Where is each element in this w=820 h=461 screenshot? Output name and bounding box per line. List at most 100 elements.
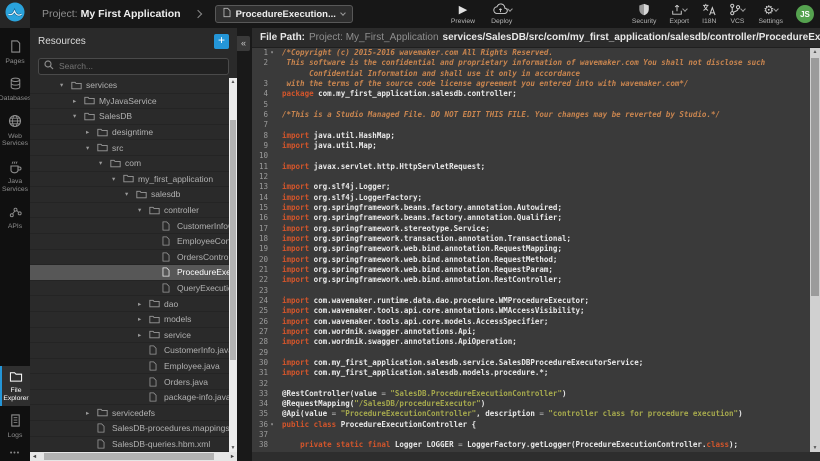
tree-item[interactable]: OrdersController.java (30, 250, 229, 266)
expand-arrow-icon[interactable]: ▾ (60, 81, 71, 89)
sidebar-item-pages[interactable]: Pages (0, 36, 30, 69)
code-line[interactable]: 1▾/*Copyright (c) 2015-2016 wavemaker.co… (252, 48, 810, 58)
sidebar-item-apis[interactable]: APIs (0, 201, 30, 234)
export-button[interactable]: Export (669, 3, 689, 25)
deploy-button[interactable]: Deploy (491, 3, 512, 25)
code-line[interactable]: 21import org.springframework.web.bind.an… (252, 265, 810, 275)
more-options-icon[interactable]: ••• (0, 447, 30, 461)
sidebar-item-logs[interactable]: Logs (0, 410, 30, 443)
wavemaker-logo[interactable] (0, 0, 30, 28)
security-button[interactable]: Security (632, 3, 657, 25)
sidebar-item-file-explorer[interactable]: File Explorer (0, 366, 30, 407)
tree-item[interactable]: EmployeeController.java (30, 234, 229, 250)
tree-item[interactable]: ▾salesdb (30, 187, 229, 203)
open-file-dropdown[interactable]: ProcedureExecution... (215, 5, 353, 23)
tree-item[interactable]: CustomerInfoController.java (30, 218, 229, 234)
scroll-up-icon[interactable]: ▲ (810, 48, 820, 56)
code-line[interactable]: 35@Api(value = "ProcedureExecutionContro… (252, 409, 810, 419)
tree-item[interactable]: QueryExecutionController.java (30, 281, 229, 297)
code-line[interactable]: 11import javax.servlet.http.HttpServletR… (252, 162, 810, 172)
expand-arrow-icon[interactable]: ▾ (125, 190, 136, 198)
sidebar-item-databases[interactable]: Databases (0, 73, 30, 106)
tree-item[interactable]: ▾services (30, 78, 229, 94)
code-line[interactable]: 6/*This is a Studio Managed File. DO NOT… (252, 110, 810, 120)
code-line[interactable]: 28import com.wordnik.swagger.annotations… (252, 337, 810, 347)
tree-item[interactable]: ▸MyJavaService (30, 94, 229, 110)
code-line[interactable]: 5 (252, 100, 810, 110)
scroll-left-icon[interactable]: ◄ (30, 454, 39, 460)
expand-arrow-icon[interactable]: ▾ (73, 112, 84, 120)
tree-item[interactable]: ▸servicedefs (30, 405, 229, 421)
expand-arrow-icon[interactable]: ▸ (86, 128, 97, 136)
code-line[interactable]: 3 with the terms of the source code lice… (252, 79, 810, 89)
code-line[interactable]: 8import java.util.HashMap; (252, 131, 810, 141)
sidebar-item-web-services[interactable]: Web Services (0, 110, 30, 152)
collapse-panel-button[interactable]: « (237, 36, 250, 51)
code-line[interactable]: 4package com.my_first_application.salesd… (252, 89, 810, 99)
tree-item[interactable]: ▸models (30, 312, 229, 328)
code-line[interactable]: 17import org.springframework.stereotype.… (252, 224, 810, 234)
preview-button[interactable]: ▶ Preview (451, 3, 475, 25)
editor-horizontal-scrollbar[interactable] (252, 452, 820, 461)
code-line[interactable]: 32 (252, 379, 810, 389)
code-line[interactable]: 33@RestController(value = "SalesDB.Proce… (252, 389, 810, 399)
code-line[interactable]: 18import org.springframework.transaction… (252, 234, 810, 244)
tree-item[interactable]: ▾SalesDB (30, 109, 229, 125)
code-line[interactable]: Confidential Information and shall use i… (252, 69, 810, 79)
tree-item[interactable]: SalesDB-procedures.mappings.json (30, 421, 229, 437)
sidebar-item-java-services[interactable]: Java Services (0, 156, 30, 198)
tree-item[interactable]: CustomerInfo.java (30, 343, 229, 359)
code-line[interactable]: 20import org.springframework.web.bind.an… (252, 255, 810, 265)
expand-arrow-icon[interactable]: ▾ (138, 206, 149, 214)
code-line[interactable]: 2 This software is the confidential and … (252, 58, 810, 68)
tree-item[interactable]: Employee.java (30, 359, 229, 375)
tree-item[interactable]: ▾my_first_application (30, 172, 229, 188)
tree-item[interactable]: ▾com (30, 156, 229, 172)
code-line[interactable]: 38 private static final Logger LOGGER = … (252, 440, 810, 450)
expand-arrow-icon[interactable]: ▾ (112, 175, 123, 183)
expand-arrow-icon[interactable]: ▸ (138, 331, 149, 339)
scroll-down-icon[interactable]: ▼ (229, 444, 237, 452)
editor-vertical-scrollbar[interactable]: ▲ ▼ (810, 48, 820, 452)
tree-item[interactable]: ▾controller (30, 203, 229, 219)
tree-item[interactable]: ▸dao (30, 296, 229, 312)
code-area[interactable]: 1▾/*Copyright (c) 2015-2016 wavemaker.co… (252, 48, 810, 452)
code-line[interactable]: 22import org.springframework.web.bind.an… (252, 275, 810, 285)
tree-item[interactable]: ProcedureExecutionController.java (30, 265, 229, 281)
tree-item[interactable]: Orders.java (30, 374, 229, 390)
code-line[interactable]: 24import com.wavemaker.runtime.data.dao.… (252, 296, 810, 306)
tree-item[interactable]: SalesDB-queries.hbm.xml (30, 437, 229, 452)
code-line[interactable]: 23 (252, 286, 810, 296)
expand-arrow-icon[interactable]: ▸ (73, 97, 84, 105)
expand-arrow-icon[interactable]: ▸ (86, 409, 97, 417)
i18n-button[interactable]: I18N (702, 3, 716, 25)
fold-arrow-icon[interactable]: ▾ (268, 420, 276, 430)
tree-item[interactable]: ▾src (30, 140, 229, 156)
search-input[interactable] (38, 58, 229, 75)
expand-arrow-icon[interactable]: ▾ (86, 144, 97, 152)
scroll-up-icon[interactable]: ▲ (229, 78, 237, 86)
user-avatar[interactable]: JS (796, 5, 814, 23)
tree-horizontal-scrollbar[interactable]: ◄ ► (30, 452, 237, 461)
scroll-right-icon[interactable]: ► (228, 454, 237, 460)
tree-vertical-scrollbar[interactable]: ▲ ▼ (229, 78, 237, 452)
code-line[interactable]: 37 (252, 430, 810, 440)
code-line[interactable]: 12 (252, 172, 810, 182)
code-line[interactable]: 10 (252, 151, 810, 161)
expand-arrow-icon[interactable]: ▸ (138, 315, 149, 323)
code-line[interactable]: 7 (252, 120, 810, 130)
expand-arrow-icon[interactable]: ▾ (99, 159, 110, 167)
tree-item[interactable]: package-info.java (30, 390, 229, 406)
code-line[interactable]: 36▾public class ProcedureExecutionContro… (252, 420, 810, 430)
code-line[interactable]: 34@RequestMapping("/SalesDB/procedureExe… (252, 399, 810, 409)
settings-button[interactable]: ⚙ Settings (758, 3, 783, 25)
scroll-down-icon[interactable]: ▼ (810, 444, 820, 452)
expand-arrow-icon[interactable]: ▸ (138, 300, 149, 308)
code-line[interactable]: 19import org.springframework.web.bind.an… (252, 244, 810, 254)
add-resource-button[interactable]: + (214, 34, 229, 49)
code-line[interactable]: 30import com.my_first_application.salesd… (252, 358, 810, 368)
code-line[interactable]: 26import com.wavemaker.tools.api.core.mo… (252, 317, 810, 327)
fold-arrow-icon[interactable]: ▾ (268, 48, 276, 58)
code-line[interactable]: 29 (252, 348, 810, 358)
code-line[interactable]: 15import org.springframework.beans.facto… (252, 203, 810, 213)
